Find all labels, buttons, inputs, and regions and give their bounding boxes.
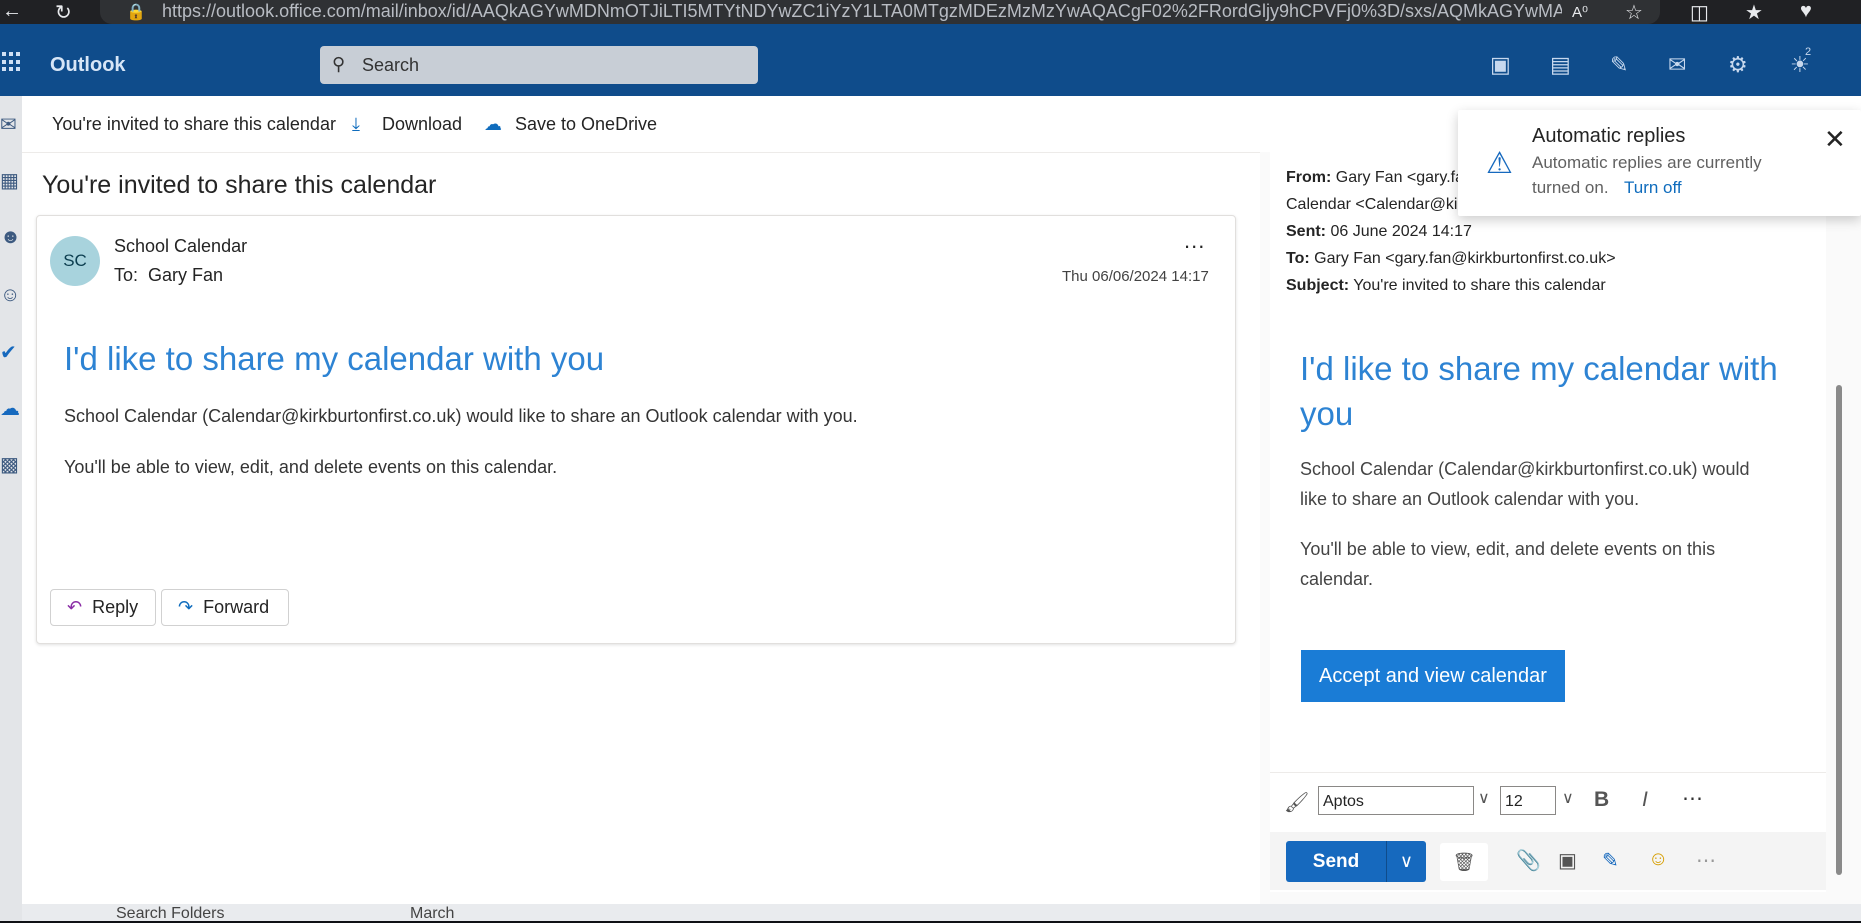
bold-icon[interactable]: B [1594, 788, 1609, 812]
send-options-chevron-icon[interactable]: ∨ [1386, 841, 1426, 882]
download-button[interactable]: Download [382, 114, 462, 135]
search-icon: ⚲ [332, 54, 346, 74]
message-subject: You're invited to share this calendar [42, 171, 437, 199]
from-value: Gary Fan <gary.fa [1335, 169, 1464, 186]
warning-icon: ⚠ [1486, 147, 1513, 180]
attach-paperclip-icon[interactable]: 📎 [1516, 848, 1541, 873]
to-label: To: [1286, 250, 1310, 267]
recipient-name[interactable]: Gary Fan [148, 265, 223, 285]
turn-off-link[interactable]: Turn off [1624, 178, 1682, 198]
browser-essentials-icon[interactable]: ♥ [1800, 0, 1812, 23]
bottom-strip [22, 904, 1861, 921]
message-date: Thu 06/06/2024 14:17 [1062, 268, 1209, 285]
message-heading: I'd like to share my calendar with you [64, 340, 605, 377]
quoted-subject-line: Subject: You're invited to share this ca… [1286, 277, 1606, 295]
font-size-input[interactable]: 12 [1500, 786, 1556, 815]
message-paragraph-2: You'll be able to view, edit, and delete… [64, 457, 558, 477]
reply-arrow-icon: ↶ [67, 597, 83, 617]
notifications-bell-icon[interactable]: ✉ [1668, 52, 1686, 78]
compose-scrollbar[interactable] [1836, 385, 1842, 875]
settings-gear-icon[interactable]: ⚙ [1728, 52, 1748, 78]
quoted-from-cont: Calendar <Calendar@ki [1286, 196, 1458, 213]
close-icon[interactable]: ✕ [1824, 124, 1846, 155]
format-painter-icon[interactable]: 🖌 [1284, 790, 1309, 815]
to-prefix: To: [114, 265, 139, 285]
toolbar-subject: You're invited to share this calendar [52, 114, 336, 134]
send-button[interactable]: Send [1286, 841, 1386, 882]
quoted-from-line: From: Gary Fan <gary.fa [1286, 169, 1464, 187]
quoted-sent-line: Sent: 06 June 2024 14:17 [1286, 223, 1472, 241]
left-nav-rail [0, 96, 22, 921]
split-screen-icon[interactable]: ◫ [1690, 0, 1709, 25]
message-paragraph-1: School Calendar (Calendar@kirkburtonfirs… [64, 406, 858, 426]
more-actions-button[interactable]: ... [1184, 228, 1205, 254]
toast-message-cont: turned on. [1532, 178, 1609, 197]
reply-label: Reply [92, 597, 139, 617]
forward-button[interactable]: ↷ Forward [161, 589, 289, 626]
font-name-input[interactable]: Aptos [1318, 786, 1474, 815]
forward-label: Forward [203, 597, 270, 617]
favorites-icon[interactable]: ★ [1745, 0, 1763, 25]
quoted-paragraph-1: School Calendar (Calendar@kirkburtonfirs… [1300, 459, 1750, 509]
font-name-chevron-icon[interactable]: ∨ [1478, 788, 1490, 808]
url-text[interactable]: https://outlook.office.com/mail/inbox/id… [162, 1, 1562, 22]
calendar-icon[interactable]: ▦ [0, 168, 22, 193]
favorite-star-icon[interactable]: ☆ [1625, 0, 1643, 25]
app-launcher-icon[interactable] [2, 52, 22, 72]
forward-arrow-icon: ↷ [178, 597, 194, 617]
lock-icon[interactable]: 🔒 [126, 2, 146, 22]
discard-trash-icon[interactable]: 🗑 [1440, 843, 1488, 881]
subject-label: Subject: [1286, 277, 1350, 294]
meet-now-icon[interactable]: ▣ [1490, 52, 1511, 78]
sent-label: Sent: [1286, 223, 1326, 240]
emoji-icon[interactable]: ☺ [1648, 848, 1668, 871]
onenote-feed-icon[interactable]: ▤ [1550, 52, 1571, 78]
font-size-chevron-icon[interactable]: ∨ [1562, 788, 1574, 808]
recipient-line: To: Gary Fan [114, 265, 223, 286]
app-name[interactable]: Outlook [50, 54, 126, 77]
search-folders-item[interactable]: Search Folders [116, 905, 225, 923]
quoted-to-line: To: Gary Fan <gary.fan@kirkburtonfirst.c… [1286, 250, 1616, 268]
reply-button[interactable]: ↶ Reply [50, 589, 156, 626]
italic-icon[interactable]: I [1642, 788, 1648, 812]
todo-icon[interactable]: ✔ [0, 340, 22, 365]
people-icon[interactable]: ☻ [0, 226, 22, 249]
read-aloud-icon[interactable]: A⁰ [1572, 3, 1588, 21]
download-icon[interactable]: ⤓ [352, 114, 360, 135]
onedrive-icon[interactable]: ☁ [0, 396, 22, 421]
to-value: Gary Fan <gary.fan@kirkburtonfirst.co.uk… [1314, 250, 1616, 267]
editor-icon[interactable]: ✎ [1602, 848, 1619, 873]
sent-value: 06 June 2024 14:17 [1330, 223, 1472, 240]
more-apps-icon[interactable]: ▩ [0, 452, 22, 477]
quoted-paragraph-2: You'll be able to view, edit, and delete… [1300, 539, 1716, 589]
cloud-upload-icon[interactable]: ☁ [484, 114, 502, 135]
more-format-icon[interactable]: ⋯ [1682, 786, 1703, 811]
from-label: From: [1286, 169, 1332, 186]
more-options-icon[interactable]: ⋯ [1696, 848, 1716, 873]
sender-name[interactable]: School Calendar [114, 236, 247, 257]
groups-icon[interactable]: ☺ [0, 284, 22, 307]
search-placeholder: Search [362, 55, 420, 75]
mail-icon[interactable]: ✉ [0, 112, 22, 137]
subject-value: You're invited to share this calendar [1353, 277, 1606, 294]
toast-title: Automatic replies [1532, 125, 1686, 147]
outlook-header [0, 24, 1861, 96]
toast-message: Automatic replies are currently [1532, 153, 1762, 172]
avatar[interactable]: SC [50, 236, 100, 286]
tips-badge: 2 [1805, 46, 1812, 58]
my-day-icon[interactable]: ✎ [1610, 52, 1628, 78]
insert-picture-icon[interactable]: ▣ [1558, 848, 1577, 873]
back-icon[interactable]: ← [2, 0, 22, 23]
quoted-heading: I'd like to share my calendar with you [1300, 350, 1778, 432]
month-label: March [410, 905, 455, 922]
accept-calendar-button[interactable]: Accept and view calendar [1301, 650, 1565, 702]
refresh-icon[interactable]: ↻ [55, 0, 72, 25]
save-to-onedrive-button[interactable]: Save to OneDrive [515, 114, 657, 135]
